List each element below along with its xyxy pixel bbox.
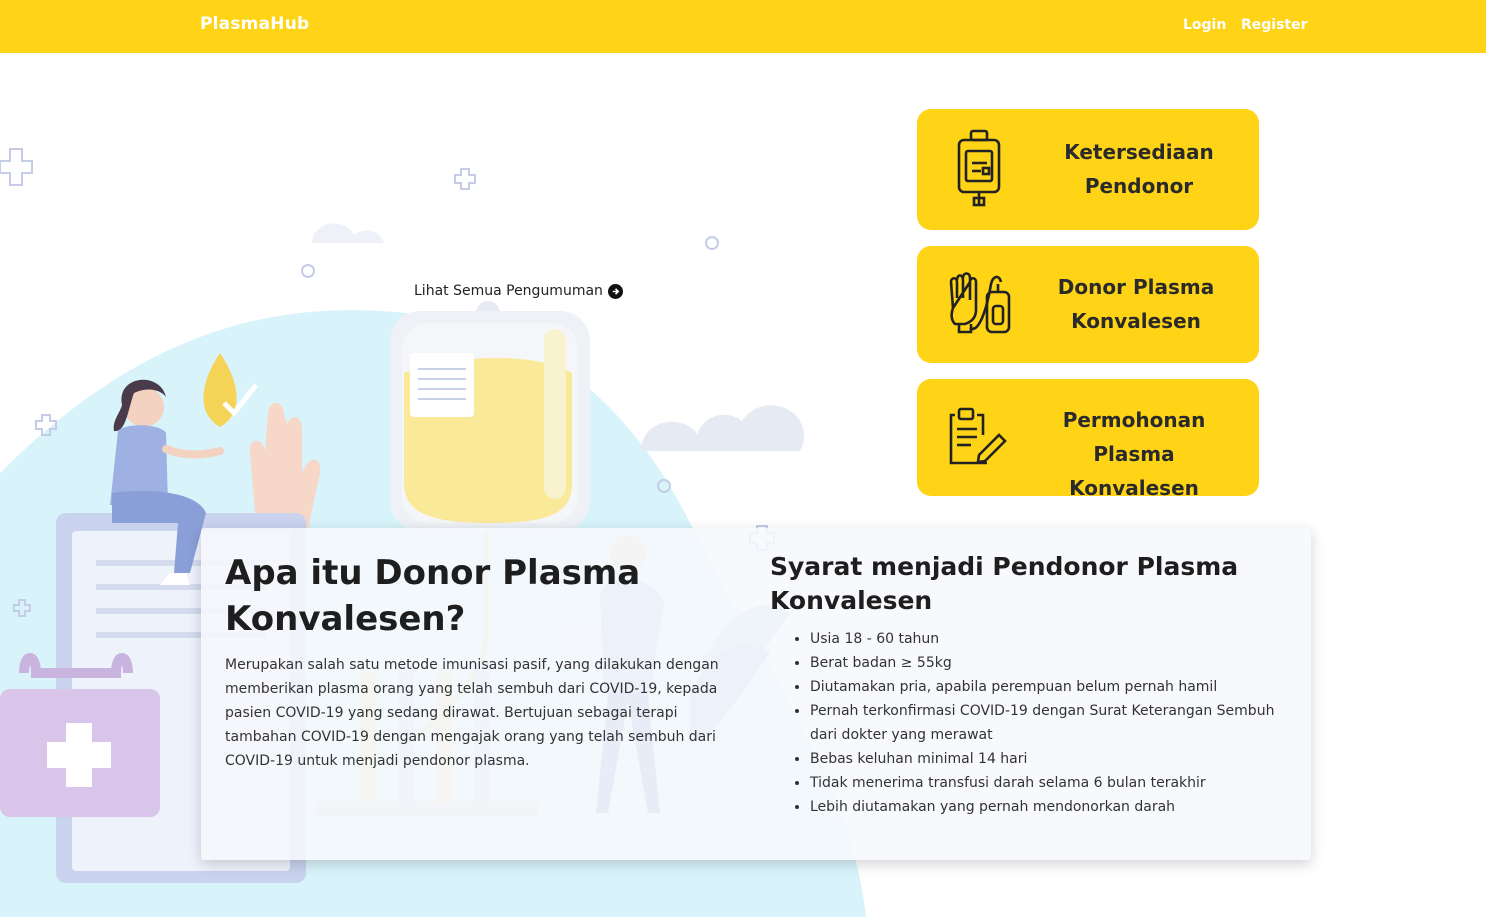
what-is-plasma-donation-title: Apa itu Donor Plasma Konvalesen? (225, 553, 641, 639)
requirement-item: Pernah terkonfirmasi COVID-19 dengan Sur… (810, 699, 1300, 747)
menu-card-donate-plasma[interactable]: Donor Plasma Konvalesen (917, 246, 1259, 363)
requirements-title: Syarat menjadi Pendonor Plasma Konvalese… (770, 552, 1239, 615)
menu-card-2-line2: Konvalesen (1071, 309, 1201, 333)
requirement-item: Usia 18 - 60 tahun (810, 627, 1300, 651)
menu-card-plasma-request[interactable]: Permohonan Plasma Konvalesen (917, 379, 1259, 500)
requirement-item: Tidak menerima transfusi darah selama 6 … (810, 771, 1300, 795)
requirement-item: Bebas keluhan minimal 14 hari (810, 747, 1300, 771)
requirement-item: Lebih diutamakan yang pernah mendonorkan… (810, 795, 1300, 819)
donation-hand-icon (949, 272, 1011, 334)
announcement-link-label: Lihat Semua Pengumuman (414, 283, 603, 299)
what-is-plasma-donation-text: Merupakan salah satu metode imunisasi pa… (225, 657, 719, 769)
requirements-list: Usia 18 - 60 tahun Berat badan ≥ 55kg Di… (810, 627, 1300, 819)
menu-card-3-line1: Permohonan Plasma (1062, 408, 1206, 466)
menu-card-donor-availability[interactable]: Ketersediaan Pendonor (917, 109, 1259, 230)
login-link[interactable]: Login (1183, 17, 1226, 33)
menu-card-1-line1: Ketersediaan (1064, 140, 1214, 164)
clipboard-pen-icon (949, 407, 1007, 465)
menu-card-1-line2: Pendonor (1084, 174, 1194, 198)
menu-card-2-line1: Donor Plasma (1057, 275, 1215, 299)
view-all-announcements-link[interactable]: Lihat Semua Pengumuman (414, 283, 623, 299)
requirement-item: Berat badan ≥ 55kg (810, 651, 1300, 675)
top-navbar: PlasmaHub Login Register (0, 0, 1486, 53)
requirement-item: Diutamakan pria, apabila perempuan belum… (810, 675, 1300, 699)
info-panel: Apa itu Donor Plasma Konvalesen? Merupak… (201, 528, 1311, 860)
menu-card-3-line2: Konvalesen (1069, 476, 1199, 500)
blood-bag-icon (957, 129, 1001, 207)
brand-logo[interactable]: PlasmaHub (200, 14, 309, 34)
register-link[interactable]: Register (1241, 17, 1308, 33)
arrow-right-circle-icon (607, 283, 623, 299)
